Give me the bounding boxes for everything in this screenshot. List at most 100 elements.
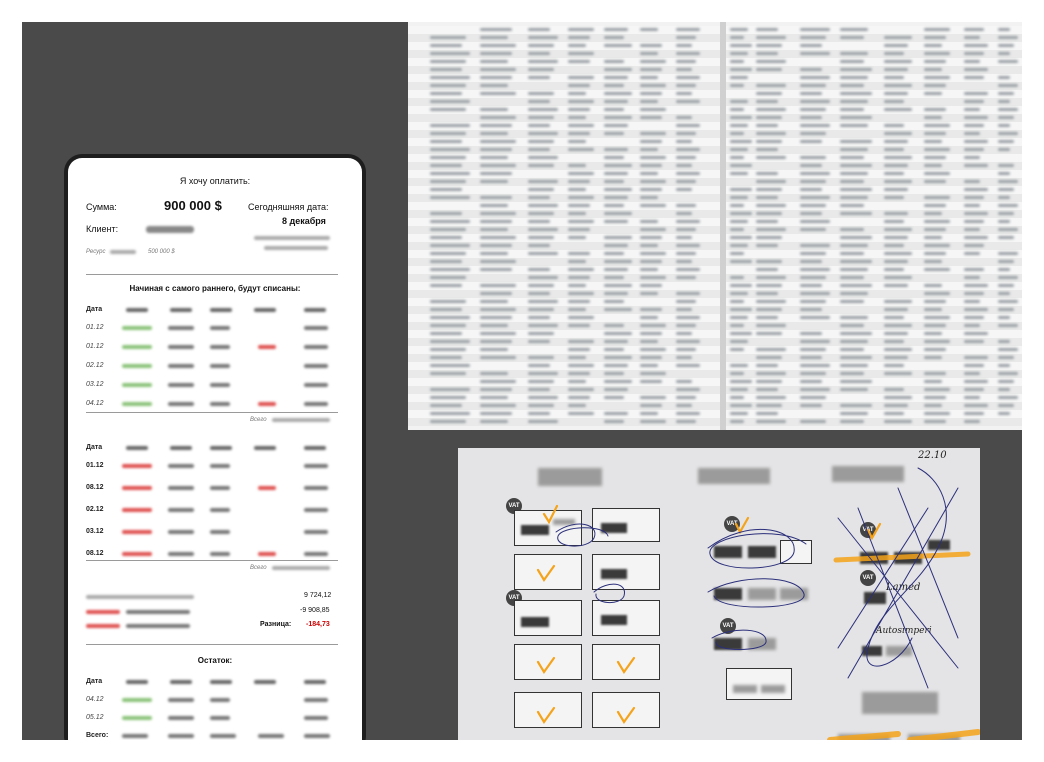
spreadsheet-cell <box>924 60 946 63</box>
spreadsheet-cell <box>884 260 908 263</box>
client-name-blurred <box>146 226 194 233</box>
spreadsheet-cell <box>800 116 822 119</box>
spreadsheet-cell <box>756 388 778 391</box>
spreadsheet-row <box>408 306 1022 314</box>
spreadsheet-cell <box>676 44 692 47</box>
spreadsheet-cell <box>730 364 748 367</box>
spreadsheet-cell <box>568 276 590 279</box>
spreadsheet-cell <box>528 332 554 335</box>
spreadsheet-row <box>408 378 1022 386</box>
row-account-blurred <box>210 486 230 490</box>
client-label: Клиент: <box>86 224 119 234</box>
spreadsheet-cell <box>604 156 624 159</box>
spreadsheet-cell <box>924 396 946 399</box>
spreadsheet-cell <box>998 28 1010 31</box>
spreadsheet-cell <box>884 252 912 255</box>
spreadsheet-cell <box>840 292 868 295</box>
spreadsheet-row <box>408 290 1022 298</box>
spreadsheet-cell <box>604 204 624 207</box>
spreadsheet-cell <box>430 284 462 287</box>
spreadsheet-row <box>408 186 1022 194</box>
spreadsheet-cell <box>604 236 632 239</box>
spreadsheet-cell <box>676 92 692 95</box>
spreadsheet-row <box>408 274 1022 282</box>
spreadsheet-cell <box>840 92 872 95</box>
spreadsheet-cell <box>840 28 868 31</box>
date-value: 8 декабря <box>282 216 326 226</box>
col-header-blurred <box>210 446 232 450</box>
spreadsheet-cell <box>964 380 988 383</box>
spreadsheet-cell <box>964 180 980 183</box>
row-client-blurred <box>168 486 194 490</box>
section-title-remainder: Остаток: <box>197 656 233 665</box>
spreadsheet-cell <box>998 92 1014 95</box>
spreadsheet-cell <box>840 164 872 167</box>
spreadsheet-cell <box>430 420 466 423</box>
spreadsheet-cell <box>730 284 752 287</box>
spreadsheet-cell <box>568 372 590 375</box>
spreadsheet-cell <box>730 132 744 135</box>
spreadsheet-cell <box>840 108 864 111</box>
blurred-text <box>264 246 328 250</box>
spreadsheet-row <box>408 242 1022 250</box>
spreadsheet-cell <box>800 284 822 287</box>
spreadsheet-cell <box>964 76 984 79</box>
spreadsheet-cell <box>568 188 586 191</box>
row-account-blurred <box>210 326 230 330</box>
spreadsheet-cell <box>924 84 946 87</box>
spreadsheet-cell <box>840 260 872 263</box>
spreadsheet-cell <box>998 84 1018 87</box>
spreadsheet-cell <box>800 332 822 335</box>
spreadsheet-cell <box>730 76 748 79</box>
spreadsheet-cell <box>884 244 904 247</box>
spreadsheet-row <box>408 418 1022 426</box>
spreadsheet-cell <box>480 140 516 143</box>
spreadsheet-cell <box>480 348 508 351</box>
table1-total-label: Всего <box>250 417 267 423</box>
spreadsheet-cell <box>676 404 692 407</box>
row-amount-blurred <box>122 402 152 406</box>
spreadsheet-cell <box>528 92 554 95</box>
spreadsheet-cell <box>964 244 984 247</box>
spreadsheet-cell <box>840 276 864 279</box>
spreadsheet-cell <box>568 140 586 143</box>
spreadsheet-cell <box>924 164 942 167</box>
spreadsheet-cell <box>884 44 908 47</box>
spreadsheet-cell <box>840 380 872 383</box>
spreadsheet-cell <box>964 284 988 287</box>
spreadsheet-cell <box>640 148 658 151</box>
col-header-blurred <box>254 308 276 312</box>
spreadsheet-cell <box>884 420 912 423</box>
spreadsheet-cell <box>568 252 590 255</box>
spreadsheet-cell <box>998 372 1018 375</box>
spreadsheet-cell <box>964 36 980 39</box>
spreadsheet-cell <box>676 148 700 151</box>
spreadsheet-cell <box>998 268 1010 271</box>
spreadsheet-cell <box>676 388 700 391</box>
spreadsheet-cell <box>430 228 466 231</box>
spreadsheet-cell <box>430 76 470 79</box>
spreadsheet-cell <box>884 324 912 327</box>
spreadsheet-cell <box>964 404 988 407</box>
spreadsheet-cell <box>840 300 864 303</box>
spreadsheet-cell <box>480 116 516 119</box>
spreadsheet-cell <box>640 188 662 191</box>
row-account-blurred <box>210 716 230 720</box>
spreadsheet-cell <box>676 156 696 159</box>
spreadsheet-cell <box>884 212 908 215</box>
spreadsheet-cell <box>840 188 872 191</box>
spreadsheet-cell <box>800 220 830 223</box>
spreadsheet-cell <box>730 332 752 335</box>
check-mark <box>536 656 556 675</box>
spreadsheet-cell <box>676 164 692 167</box>
spreadsheet-cell <box>730 324 744 327</box>
spreadsheet-cell <box>998 412 1010 415</box>
spreadsheet-cell <box>964 100 984 103</box>
spreadsheet-cell <box>840 404 872 407</box>
spreadsheet-cell <box>676 356 692 359</box>
spreadsheet-cell <box>964 228 980 231</box>
spreadsheet-cell <box>964 148 984 151</box>
spreadsheet-cell <box>640 28 658 31</box>
spreadsheet-cell <box>840 196 868 199</box>
spreadsheet-cell <box>924 28 950 31</box>
